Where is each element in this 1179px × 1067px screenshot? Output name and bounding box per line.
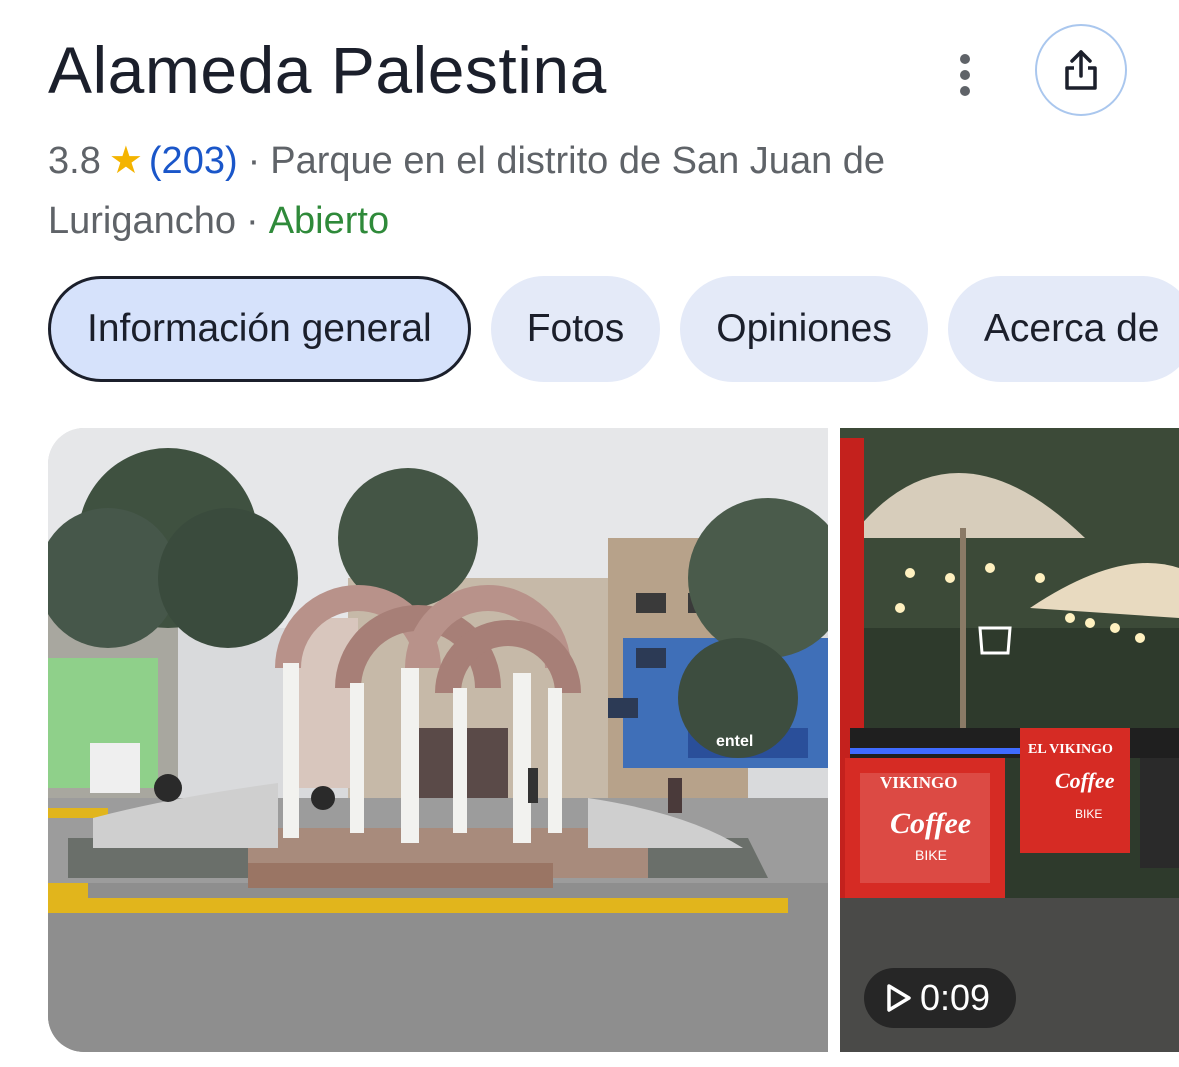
tab-reviews[interactable]: Opiniones [680,276,928,382]
tab-about[interactable]: Acerca de [947,276,1179,382]
tab-bar: Información general Fotos Opiniones Acer… [48,276,1179,382]
tab-overview[interactable]: Información general [48,276,471,382]
review-count-link[interactable]: (203) [149,140,238,182]
coffee-stand-image: VIKINGO Coffee BIKE EL VIKINGO Coffee BI… [840,428,1179,1052]
sign-coffee-text-2: Coffee [1055,768,1115,793]
place-meta-line: 3.8 ★ (203) · Parque en el distrito de San J… [48,133,885,189]
park-photo[interactable]: entel [48,428,828,1052]
video-duration-badge: 0:09 [864,968,1017,1028]
category-text-continued: Lurigancho [48,200,237,242]
sign-bike-text: BIKE [915,847,947,863]
sign-bike-text-2: BIKE [1075,807,1102,821]
place-title: Alameda Palestina [48,33,607,107]
more-vertical-icon [960,54,970,96]
play-icon [887,984,911,1012]
store-sign-text: entel [716,733,753,750]
more-options-button[interactable] [935,40,995,110]
sign-vikingo-text: VIKINGO [880,773,957,792]
separator: · [247,140,261,182]
video-duration: 0:09 [920,977,991,1018]
sign-coffee-text: Coffee [890,807,971,840]
place-panel: Alameda Palestina 3.8 ★ (203) · Parque en el… [0,0,1179,1067]
star-icon: ★ [108,140,143,182]
share-icon [1065,50,1097,90]
park-arches-image: entel [48,428,828,1052]
open-status: Abierto [268,200,390,242]
video-thumbnail[interactable]: VIKINGO Coffee BIKE EL VIKINGO Coffee BI… [840,428,1179,1052]
place-meta-line-2: Lurigancho · Abierto [48,193,389,249]
separator: · [246,200,259,242]
rating-value: 3.8 [48,140,101,182]
tab-photos[interactable]: Fotos [490,276,661,382]
category-text: Parque en el distrito de San Juan de [270,140,886,182]
share-button[interactable] [1035,24,1127,116]
sign-el-vikingo-text: EL VIKINGO [1028,742,1113,757]
